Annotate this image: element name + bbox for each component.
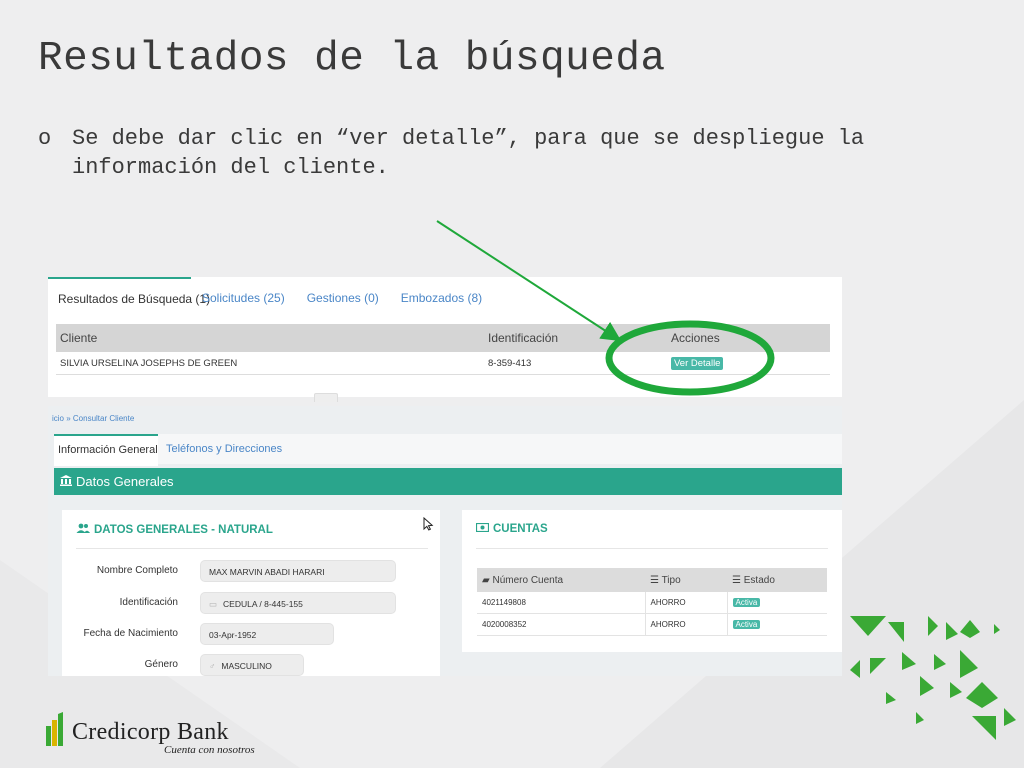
column-header-tipo: ☰ Tipo [645,568,727,592]
logo-tagline: Cuenta con nosotros [164,744,255,756]
label-genero: Género [144,659,178,670]
credicorp-logo: Credicorp Bank Cuenta con nosotros [46,712,276,760]
cuentas-table: ▰ Número Cuenta ☰ Tipo ☰ Estado 40211498… [477,568,827,636]
tab-solicitudes[interactable]: Solicitudes (25) [191,277,296,319]
table-row: SILVIA URSELINA JOSEPHS DE GREEN 8-359-4… [56,352,830,375]
datos-card-title: DATOS GENERALES - NATURAL [76,523,273,536]
tipo-cell: AHORRO [645,613,728,636]
scroll-handle[interactable] [314,393,338,402]
column-header-identificacion: Identificación [484,324,667,352]
briefcase-icon: ▰ [482,574,493,586]
label-fecha-nacimiento: Fecha de Nacimiento [83,628,179,639]
column-header-numero: ▰ Número Cuenta [477,568,645,592]
table-row[interactable]: 4020008352 AHORRO Activa [477,613,827,636]
bullet-marker: o [38,126,52,151]
datos-card-title-text: DATOS GENERALES - NATURAL [94,524,273,536]
estado-cell: Activa [727,592,827,614]
decorative-triangles [850,616,1016,740]
tipo-cell: AHORRO [645,592,728,614]
bank-icon [60,470,72,497]
column-header-tipo-text: Tipo [661,574,681,586]
tab-resultados[interactable]: Resultados de Búsqueda (1) [48,277,210,321]
section-header: Datos Generales [54,468,842,495]
client-tabs: Información General Teléfonos y Direccio… [54,434,842,466]
section-title: Datos Generales [76,474,174,489]
numero-cell: 4020008352 [477,613,646,636]
gender-icon: ♂ [209,661,216,671]
money-icon [475,522,490,535]
ver-detalle-button[interactable]: Ver Detalle [671,356,724,370]
table-row[interactable]: 4021149808 AHORRO Activa [477,592,827,614]
cuentas-card-title-text: CUENTAS [493,523,548,535]
field-fecha-nacimiento: Fecha de Nacimiento 03-Apr-1952 [62,623,440,647]
acciones-cell: Ver Detalle [667,352,830,375]
mouse-cursor-icon [423,517,434,531]
tab-informacion-general[interactable]: Información General [54,434,158,466]
status-badge: Activa [732,620,761,629]
column-header-numero-text: Número Cuenta [492,574,564,586]
fecha-nacimiento-field[interactable]: 03-Apr-1952 [200,623,334,645]
label-nombre-completo: Nombre Completo [96,565,178,576]
users-icon [76,523,90,536]
numero-cell: 4021149808 [477,592,646,614]
breadcrumb[interactable]: icio » Consultar Cliente [52,414,134,423]
client-detail-panel: icio » Consultar Cliente Información Gen… [48,406,842,676]
estado-cell: Activa [727,613,827,636]
logo-text: Credicorp Bank [72,719,229,745]
status-badge: Activa [732,598,761,607]
tab-telefonos-direcciones[interactable]: Teléfonos y Direcciones [158,434,290,464]
cuentas-card-title: CUENTAS [475,522,548,535]
column-header-estado: ☰ Estado [727,568,827,592]
list-icon: ☰ [650,574,662,586]
field-nombre-completo: Nombre Completo MAX MARVIN ABADI HARARI [62,560,440,584]
bullet-point: o Se debe dar clic en “ver detalle”, par… [38,124,938,182]
datos-generales-card: DATOS GENERALES - NATURAL Nombre Complet… [62,510,440,676]
column-header-estado-text: Estado [743,574,775,586]
divider [76,548,428,549]
results-table: Cliente Identificación Acciones SILVIA U… [56,324,830,375]
field-genero: Género ♂ MASCULINO [62,654,440,676]
nombre-completo-field[interactable]: MAX MARVIN ABADI HARARI [200,560,396,582]
cliente-cell: SILVIA URSELINA JOSEPHS DE GREEN [56,352,484,375]
tab-embozados[interactable]: Embozados (8) [390,277,493,319]
logo-mark-icon [46,712,63,746]
search-tabs: Resultados de Búsqueda (1) Solicitudes (… [48,277,493,319]
identificacion-cell: 8-359-413 [484,352,667,375]
field-identificacion: Identificación ▭ CEDULA / 8-445-155 [62,592,440,616]
identificacion-value: CEDULA / 8-445-155 [223,599,303,609]
slide-title: Resultados de la búsqueda [38,36,666,82]
id-card-icon: ▭ [209,599,218,609]
genero-field[interactable]: ♂ MASCULINO [200,654,304,676]
column-header-acciones: Acciones [667,324,830,352]
genero-value: MASCULINO [221,661,272,671]
cuentas-card: CUENTAS ▰ Número Cuenta ☰ Tipo ☰ Estado … [462,510,842,652]
list-alt-icon: ☰ [732,574,744,586]
label-identificacion: Identificación [119,597,178,608]
divider [476,548,828,549]
identificacion-field[interactable]: ▭ CEDULA / 8-445-155 [200,592,396,614]
column-header-cliente: Cliente [56,324,484,352]
bullet-text: Se debe dar clic en “ver detalle”, para … [72,126,865,180]
search-results-panel: Resultados de Búsqueda (1) Solicitudes (… [48,277,842,402]
tab-gestiones[interactable]: Gestiones (0) [296,277,390,319]
